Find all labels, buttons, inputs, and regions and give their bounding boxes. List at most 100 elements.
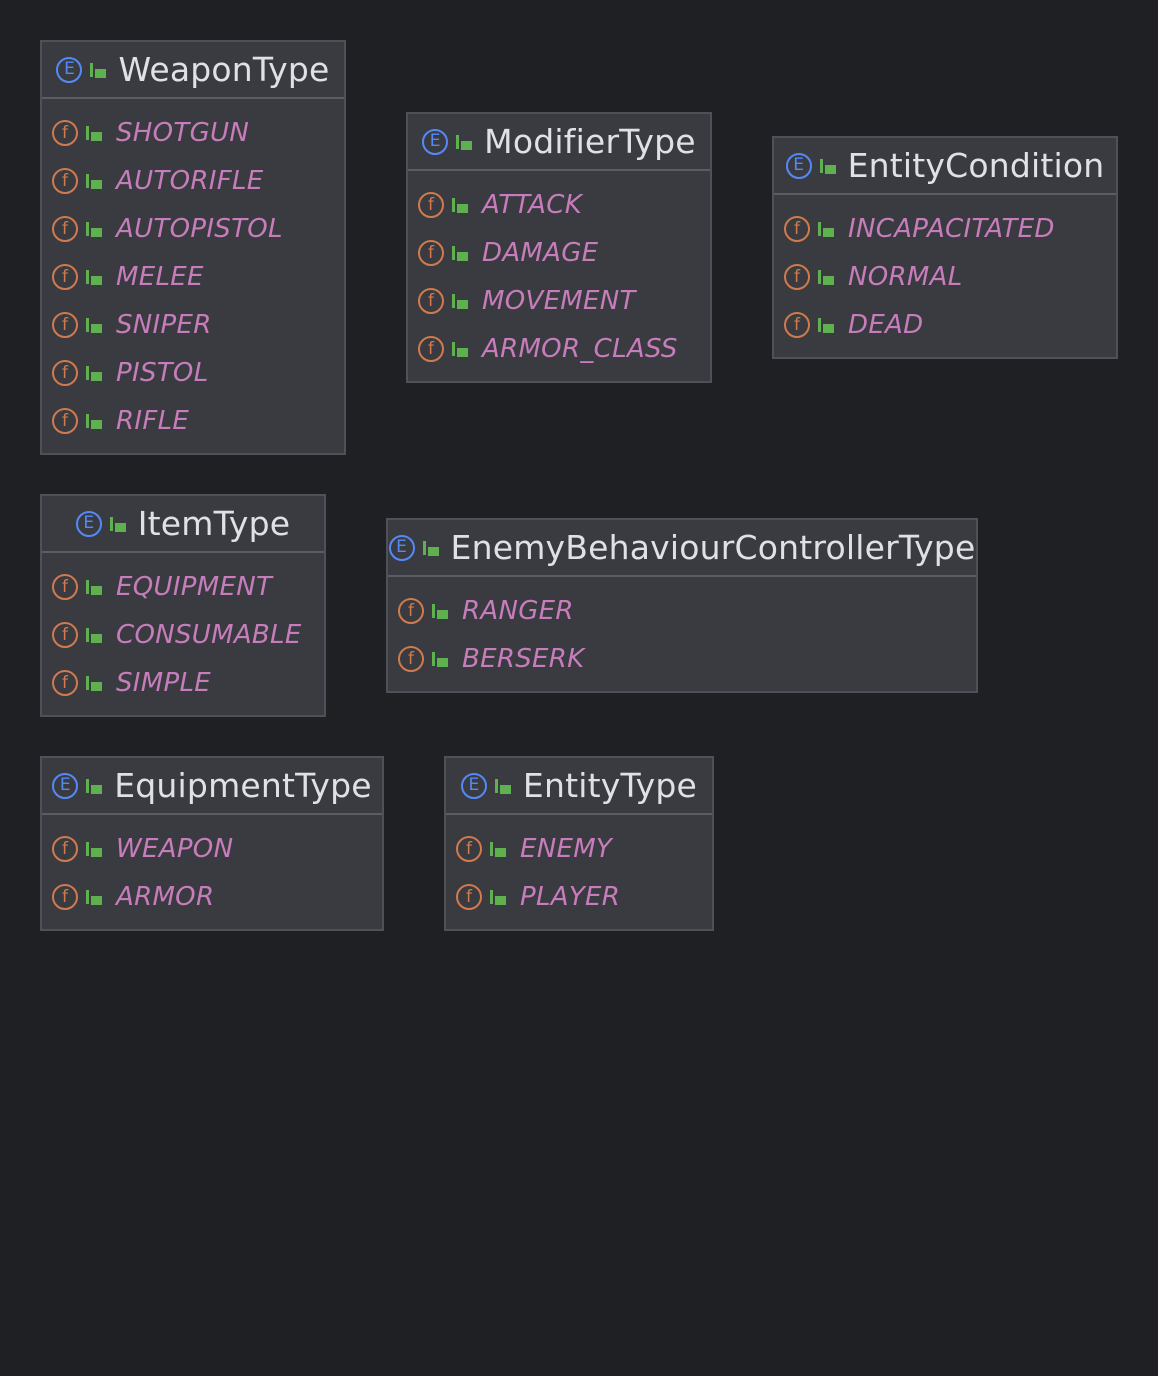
enum-title: EquipmentType xyxy=(114,766,372,805)
public-lock-icon xyxy=(452,197,468,213)
enum-constant-row[interactable]: f ARMOR xyxy=(42,873,382,921)
enum-constant-name: EQUIPMENT xyxy=(116,572,273,602)
field-icon: f xyxy=(398,598,424,624)
public-lock-icon xyxy=(422,540,439,556)
enum-title: EntityType xyxy=(522,766,698,805)
enum-constant-row[interactable]: f AUTORIFLE xyxy=(42,157,344,205)
enum-header: E ModifierType xyxy=(408,114,710,171)
field-icon: f xyxy=(52,574,78,600)
public-lock-icon xyxy=(86,675,102,691)
enum-title: ItemType xyxy=(137,504,291,543)
enum-constant-row[interactable]: f CONSUMABLE xyxy=(42,611,324,659)
field-icon: f xyxy=(418,336,444,362)
enum-title: ModifierType xyxy=(484,122,696,161)
enum-constant-name: ATTACK xyxy=(482,190,583,220)
enum-constant-name: INCAPACITATED xyxy=(848,214,1055,244)
enum-constant-name: ENEMY xyxy=(520,834,613,864)
enum-constant-row[interactable]: f INCAPACITATED xyxy=(774,205,1116,253)
field-icon: f xyxy=(418,192,444,218)
field-icon: f xyxy=(456,884,482,910)
field-icon: f xyxy=(418,240,444,266)
enum-icon: E xyxy=(422,128,449,155)
field-icon: f xyxy=(398,646,424,672)
enum-constant-row[interactable]: f EQUIPMENT xyxy=(42,563,324,611)
enum-box-entity-condition[interactable]: E EntityCondition f INCAPACITATED f NORMAL f DE… xyxy=(772,136,1118,359)
field-icon: f xyxy=(52,884,78,910)
enum-constants-list: f EQUIPMENT f CONSUMABLE f SIMPLE xyxy=(42,553,324,715)
enum-constant-name: SIMPLE xyxy=(116,668,211,698)
enum-constant-row[interactable]: f RANGER xyxy=(388,587,976,635)
enum-constant-name: MOVEMENT xyxy=(482,286,636,316)
enum-box-enemy-behaviour-controller-type[interactable]: E EnemyBehaviourControllerType f RANGER f BER… xyxy=(386,518,978,693)
diagram-canvas: E WeaponType f SHOTGUN f AUTORIFLE f AUTOPISTOL… xyxy=(0,0,1158,1376)
enum-header: E EnemyBehaviourControllerType xyxy=(388,520,976,577)
public-lock-icon xyxy=(818,269,834,285)
field-icon: f xyxy=(784,264,810,290)
field-icon: f xyxy=(784,216,810,242)
public-lock-icon xyxy=(86,627,102,643)
enum-title: EnemyBehaviourControllerType xyxy=(450,528,976,567)
enum-constant-row[interactable]: f PLAYER xyxy=(446,873,712,921)
enum-constant-row[interactable]: f SHOTGUN xyxy=(42,109,344,157)
enum-constant-name: ARMOR_CLASS xyxy=(482,334,678,364)
public-lock-icon xyxy=(452,293,468,309)
public-lock-icon xyxy=(90,62,107,78)
enum-constant-row[interactable]: f PISTOL xyxy=(42,349,344,397)
field-icon: f xyxy=(784,312,810,338)
enum-header: E EquipmentType xyxy=(42,758,382,815)
enum-box-item-type[interactable]: E ItemType f EQUIPMENT f CONSUMABLE f SIMPLE xyxy=(40,494,326,717)
enum-constant-name: RIFLE xyxy=(116,406,190,436)
enum-constant-name: DEAD xyxy=(848,310,924,340)
public-lock-icon xyxy=(109,516,126,532)
enum-icon: E xyxy=(460,772,487,799)
enum-constants-list: f INCAPACITATED f NORMAL f DEAD xyxy=(774,195,1116,357)
field-icon: f xyxy=(52,216,78,242)
enum-constant-name: AUTOPISTOL xyxy=(116,214,283,244)
enum-constant-row[interactable]: f SIMPLE xyxy=(42,659,324,707)
enum-constants-list: f ATTACK f DAMAGE f MOVEMENT f ARMOR_CLASS xyxy=(408,171,710,381)
public-lock-icon xyxy=(818,317,834,333)
field-icon: f xyxy=(52,312,78,338)
public-lock-icon xyxy=(452,245,468,261)
field-icon: f xyxy=(52,836,78,862)
enum-constant-row[interactable]: f ATTACK xyxy=(408,181,710,229)
enum-constant-row[interactable]: f RIFLE xyxy=(42,397,344,445)
enum-constant-row[interactable]: f BERSERK xyxy=(388,635,976,683)
public-lock-icon xyxy=(86,841,102,857)
enum-constant-row[interactable]: f NORMAL xyxy=(774,253,1116,301)
enum-constant-row[interactable]: f SNIPER xyxy=(42,301,344,349)
enum-constant-row[interactable]: f ENEMY xyxy=(446,825,712,873)
enum-icon: E xyxy=(56,56,83,83)
enum-header: E ItemType xyxy=(42,496,324,553)
enum-constant-row[interactable]: f ARMOR_CLASS xyxy=(408,325,710,373)
enum-constants-list: f ENEMY f PLAYER xyxy=(446,815,712,929)
enum-constant-name: PISTOL xyxy=(116,358,209,388)
public-lock-icon xyxy=(86,778,103,794)
field-icon: f xyxy=(418,288,444,314)
enum-constant-row[interactable]: f AUTOPISTOL xyxy=(42,205,344,253)
public-lock-icon xyxy=(452,341,468,357)
enum-constant-name: RANGER xyxy=(462,596,574,626)
enum-constants-list: f WEAPON f ARMOR xyxy=(42,815,382,929)
enum-constant-name: BERSERK xyxy=(462,644,585,674)
enum-title: WeaponType xyxy=(118,50,330,89)
enum-box-weapon-type[interactable]: E WeaponType f SHOTGUN f AUTORIFLE f AUTOPISTOL… xyxy=(40,40,346,455)
public-lock-icon xyxy=(432,603,448,619)
field-icon: f xyxy=(52,408,78,434)
enum-constant-row[interactable]: f DEAD xyxy=(774,301,1116,349)
enum-constant-name: WEAPON xyxy=(116,834,234,864)
enum-constant-row[interactable]: f DAMAGE xyxy=(408,229,710,277)
public-lock-icon xyxy=(86,269,102,285)
enum-constant-row[interactable]: f MELEE xyxy=(42,253,344,301)
enum-constant-name: SNIPER xyxy=(116,310,212,340)
enum-box-equipment-type[interactable]: E EquipmentType f WEAPON f ARMOR xyxy=(40,756,384,931)
enum-constants-list: f SHOTGUN f AUTORIFLE f AUTOPISTOL f MELEE f SNIP… xyxy=(42,99,344,453)
enum-constant-row[interactable]: f MOVEMENT xyxy=(408,277,710,325)
enum-constant-name: ARMOR xyxy=(116,882,215,912)
field-icon: f xyxy=(456,836,482,862)
public-lock-icon xyxy=(432,651,448,667)
field-icon: f xyxy=(52,360,78,386)
enum-box-modifier-type[interactable]: E ModifierType f ATTACK f DAMAGE f MOVEMENT f ARM… xyxy=(406,112,712,383)
enum-constant-row[interactable]: f WEAPON xyxy=(42,825,382,873)
enum-box-entity-type[interactable]: E EntityType f ENEMY f PLAYER xyxy=(444,756,714,931)
